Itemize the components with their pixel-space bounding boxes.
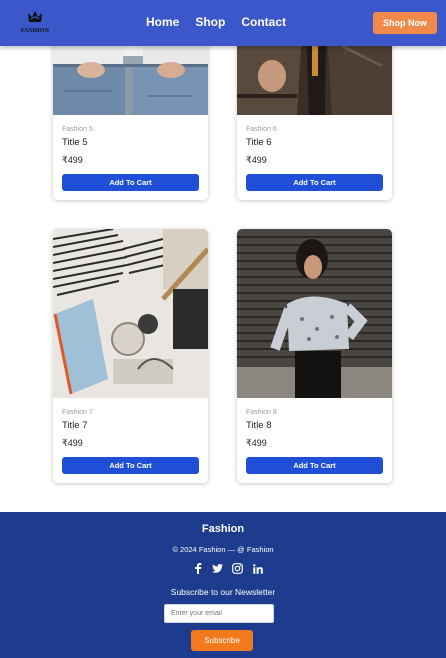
subscribe-button[interactable]: Subscribe — [191, 630, 253, 651]
product-category: Fashion 5 — [62, 126, 93, 133]
product-price: ₹499 — [246, 155, 267, 165]
add-to-cart-button[interactable]: Add To Cart — [62, 457, 199, 474]
add-to-cart-button[interactable]: Add To Cart — [246, 457, 383, 474]
instagram-icon[interactable] — [232, 563, 243, 574]
product-title: Title 5 — [62, 137, 88, 148]
add-to-cart-button[interactable]: Add To Cart — [62, 174, 199, 191]
newsletter-heading: Subscribe to our Newsletter — [170, 587, 276, 597]
shop-now-button[interactable]: Shop Now — [373, 12, 437, 34]
crown-logo-icon — [28, 11, 42, 22]
product-card: Fashion 7 Title 7 ₹499 Add To Cart — [53, 229, 208, 483]
product-category: Fashion 7 — [62, 409, 93, 416]
product-title: Title 8 — [246, 420, 272, 431]
page: FASHION Home Shop Contact Shop Now Fashi… — [0, 0, 446, 658]
product-image-flatlay[interactable] — [53, 229, 208, 398]
product-price: ₹499 — [246, 438, 267, 448]
newsletter-email-input[interactable] — [164, 604, 274, 623]
linkedin-icon[interactable] — [252, 563, 263, 574]
facebook-icon[interactable] — [192, 563, 203, 574]
product-price: ₹499 — [62, 438, 83, 448]
social-links — [192, 563, 263, 574]
twitter-icon[interactable] — [212, 563, 223, 574]
nav-shop[interactable]: Shop — [195, 15, 225, 29]
product-price: ₹499 — [62, 155, 83, 165]
footer-brand: Fashion — [201, 523, 245, 535]
product-category: Fashion 6 — [246, 126, 277, 133]
add-to-cart-button[interactable]: Add To Cart — [246, 174, 383, 191]
product-card: Fashion 8 Title 8 ₹499 Add To Cart — [237, 229, 392, 483]
product-title: Title 6 — [246, 137, 272, 148]
nav-home[interactable]: Home — [146, 15, 179, 29]
footer-copyright: © 2024 Fashion — @ Fashion — [172, 545, 274, 554]
site-footer: Fashion © 2024 Fashion — @ Fashion Subsc… — [0, 512, 446, 658]
product-category: Fashion 8 — [246, 409, 277, 416]
main-nav: Home Shop Contact — [146, 15, 286, 29]
site-header: FASHION Home Shop Contact Shop Now — [0, 0, 446, 46]
product-title: Title 7 — [62, 420, 88, 431]
nav-contact[interactable]: Contact — [241, 15, 286, 29]
logo-text: FASHION — [20, 28, 50, 34]
brand-logo[interactable]: FASHION — [16, 9, 54, 37]
product-image-sweater[interactable] — [237, 229, 392, 398]
